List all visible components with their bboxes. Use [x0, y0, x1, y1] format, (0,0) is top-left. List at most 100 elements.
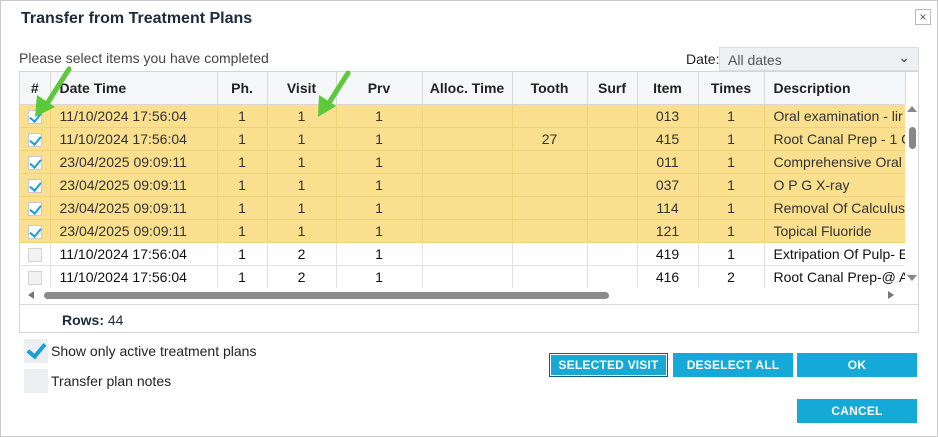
scroll-up-icon[interactable]	[907, 106, 917, 112]
cell-times: 2	[698, 265, 765, 289]
grid-footer: Rows: 44	[20, 304, 918, 332]
rows-count: Rows: 44	[62, 312, 123, 328]
cell-prv: 1	[336, 127, 423, 151]
scroll-left-icon[interactable]	[28, 291, 34, 299]
close-icon[interactable]: ×	[915, 9, 931, 25]
transfer-notes-label: Transfer plan notes	[51, 373, 172, 389]
cell-item: 416	[637, 265, 699, 289]
cell-surf	[587, 150, 638, 174]
cell-ph: 1	[217, 104, 268, 128]
cell-item: 037	[637, 173, 699, 197]
row-checkbox[interactable]	[27, 247, 42, 262]
table-row[interactable]: 11/10/2024 17:56:04 1 2 1 419 1 Extripation Of…	[20, 242, 906, 266]
row-checkbox[interactable]	[27, 178, 42, 193]
dialog-title: Transfer from Treatment Plans	[21, 10, 253, 27]
cell-description: Root Canal Prep - 1 C	[764, 127, 906, 151]
row-checkbox-cell[interactable]	[20, 173, 51, 197]
chevron-down-icon: ⌄	[898, 49, 910, 65]
cell-surf	[587, 265, 638, 289]
horizontal-scroll-thumb[interactable]	[44, 292, 609, 299]
row-checkbox[interactable]	[27, 270, 42, 285]
row-checkbox[interactable]	[27, 132, 42, 147]
cell-description: Topical Fluoride	[764, 219, 906, 243]
cell-prv: 1	[336, 196, 423, 220]
row-checkbox-cell[interactable]	[20, 265, 51, 289]
cell-visit: 1	[267, 173, 337, 197]
cell-times: 1	[698, 173, 765, 197]
scroll-right-icon[interactable]	[888, 291, 894, 299]
selected-visit-button[interactable]: SELECTED VISIT	[549, 353, 668, 377]
cell-item: 011	[637, 150, 699, 174]
date-filter-select[interactable]: All dates ⌄	[719, 47, 919, 71]
vertical-scroll-thumb[interactable]	[909, 127, 916, 149]
cell-tooth	[512, 265, 588, 289]
transfer-dialog: Transfer from Treatment Plans × Please s…	[0, 0, 938, 437]
row-checkbox-cell[interactable]	[20, 219, 51, 243]
ok-button[interactable]: OK	[797, 353, 917, 377]
table-row[interactable]: 11/10/2024 17:56:04 1 2 1 416 2 Root Canal Pre…	[20, 265, 906, 289]
cell-surf	[587, 127, 638, 151]
cell-surf	[587, 196, 638, 220]
rows-value: 44	[107, 312, 124, 328]
table-row[interactable]: 11/10/2024 17:56:04 1 1 1 013 1 Oral examinati…	[20, 104, 906, 128]
horizontal-scrollbar[interactable]	[20, 288, 905, 302]
cell-tooth	[512, 196, 588, 220]
table-body: 11/10/2024 17:56:04 1 1 1 013 1 Oral examinati…	[20, 104, 906, 289]
cell-description: Oral examination - lir	[764, 104, 906, 128]
deselect-all-button[interactable]: DESELECT ALL	[673, 353, 793, 377]
cell-surf	[587, 104, 638, 128]
cell-times: 1	[698, 196, 765, 220]
column-header-alloc-time[interactable]: Alloc. Time	[422, 72, 513, 105]
row-checkbox-cell[interactable]	[20, 196, 51, 220]
show-active-label: Show only active treatment plans	[51, 343, 257, 359]
rows-label: Rows:	[62, 312, 104, 328]
table-row[interactable]: 23/04/2025 09:09:11 1 1 1 121 1 Topical Fluori…	[20, 219, 906, 243]
cell-description: Root Canal Prep-@ A	[764, 265, 906, 289]
cancel-button[interactable]: CANCEL	[797, 399, 917, 423]
row-checkbox[interactable]	[27, 201, 42, 216]
cell-ph: 1	[217, 219, 268, 243]
cell-surf	[587, 242, 638, 266]
cell-alloc	[422, 219, 513, 243]
cell-visit: 1	[267, 196, 337, 220]
cell-description: Removal Of Calculus	[764, 196, 906, 220]
table-row[interactable]: 11/10/2024 17:56:04 1 1 1 27 415 1 Root Canal P…	[20, 127, 906, 151]
show-active-checkbox[interactable]	[24, 339, 48, 363]
table-row[interactable]: 23/04/2025 09:09:11 1 1 1 114 1 Removal Of Cal…	[20, 196, 906, 220]
column-header-times[interactable]: Times	[698, 72, 765, 105]
scroll-down-icon[interactable]	[907, 275, 917, 281]
cell-alloc	[422, 127, 513, 151]
column-header-description[interactable]: Description	[764, 72, 906, 105]
cell-description: Extripation Of Pulp- E	[764, 242, 906, 266]
row-checkbox-cell[interactable]	[20, 242, 51, 266]
column-header-ph[interactable]: Ph.	[217, 72, 268, 105]
transfer-notes-checkbox[interactable]	[24, 369, 48, 393]
table-row[interactable]: 23/04/2025 09:09:11 1 1 1 037 1 O P G X-ray	[20, 173, 906, 197]
cell-datetime: 23/04/2025 09:09:11	[50, 150, 218, 174]
column-header-tooth[interactable]: Tooth	[512, 72, 588, 105]
instruction-text: Please select items you have completed	[19, 50, 269, 66]
table-row[interactable]: 23/04/2025 09:09:11 1 1 1 011 1 Comprehensive …	[20, 150, 906, 174]
row-checkbox[interactable]	[27, 155, 42, 170]
column-header-item[interactable]: Item	[637, 72, 699, 105]
green-arrow-icon	[35, 66, 72, 117]
cell-datetime: 23/04/2025 09:09:11	[50, 219, 218, 243]
cell-alloc	[422, 196, 513, 220]
cell-times: 1	[698, 127, 765, 151]
green-arrow-icon	[318, 70, 351, 117]
row-checkbox[interactable]	[27, 224, 42, 239]
cell-datetime: 11/10/2024 17:56:04	[50, 104, 218, 128]
row-checkbox-cell[interactable]	[20, 150, 51, 174]
cell-tooth	[512, 150, 588, 174]
column-header-date-time[interactable]: Date Time	[50, 72, 218, 105]
row-checkbox-cell[interactable]	[20, 127, 51, 151]
cell-item: 121	[637, 219, 699, 243]
vertical-scrollbar[interactable]	[905, 104, 918, 291]
cell-prv: 1	[336, 265, 423, 289]
column-header-surf[interactable]: Surf	[587, 72, 638, 105]
cell-visit: 2	[267, 242, 337, 266]
cell-ph: 1	[217, 265, 268, 289]
cell-prv: 1	[336, 219, 423, 243]
table-header: # Date Time Ph. Visit Prv Alloc. Time Tooth Sur…	[20, 72, 906, 105]
cell-prv: 1	[336, 173, 423, 197]
